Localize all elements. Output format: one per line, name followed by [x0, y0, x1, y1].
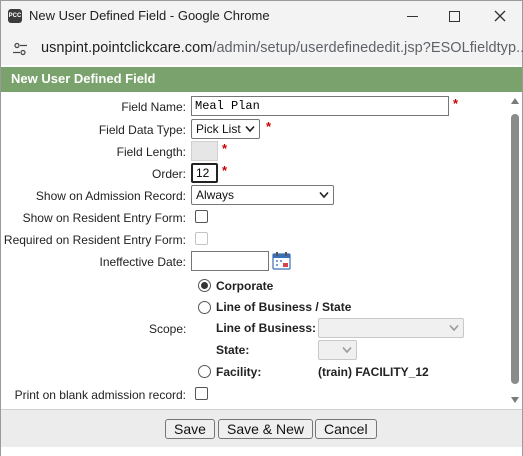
dialog-header: New User Defined Field [1, 67, 522, 92]
row-required-on-resident-entry: Required on Resident Entry Form: [1, 229, 508, 251]
calendar-icon[interactable] [272, 251, 291, 270]
order-input[interactable] [191, 163, 218, 183]
show-on-admission-select[interactable]: Always [191, 185, 334, 205]
row-print-on-blank: Print on blank admission record: [1, 384, 508, 406]
browser-window: PCC New User Defined Field - Google Chro… [0, 0, 523, 456]
scroll-down-icon[interactable] [511, 397, 519, 403]
state-select [318, 340, 357, 360]
chevron-down-icon [245, 125, 255, 133]
required-on-resident-entry-label: Required on Resident Entry Form: [3, 233, 186, 247]
save-and-new-button[interactable]: Save & New [218, 419, 314, 439]
line-of-business-label: Line of Business: [216, 321, 317, 335]
print-on-blank-label: Print on blank admission record: [14, 388, 186, 402]
minimize-button[interactable] [398, 5, 428, 27]
close-icon [494, 10, 506, 22]
dialog-title: New User Defined Field [11, 71, 156, 86]
scope-lob-state-label: Line of Business / State [216, 300, 352, 314]
field-name-input[interactable] [191, 96, 449, 116]
scope-facility-radio[interactable] [198, 365, 211, 378]
field-length-input [191, 141, 218, 161]
ineffective-date-label: Ineffective Date: [99, 255, 187, 269]
field-data-type-select[interactable]: Pick List [191, 119, 260, 139]
bottom-strip [1, 447, 522, 456]
show-on-admission-value: Always [196, 188, 235, 202]
site-info-icon[interactable] [12, 41, 28, 57]
maximize-button[interactable] [439, 5, 469, 27]
row-ineffective-date: Ineffective Date: [1, 251, 508, 273]
facility-label: Facility: [216, 365, 262, 379]
row-show-on-resident-entry: Show on Resident Entry Form: [1, 207, 508, 229]
order-label: Order: [151, 167, 186, 181]
show-on-resident-entry-checkbox[interactable] [195, 210, 208, 223]
scroll-up-icon[interactable] [511, 98, 519, 104]
window-title: New User Defined Field - Google Chrome [29, 8, 270, 23]
required-mark: * [222, 163, 228, 178]
chevron-down-icon [342, 346, 352, 354]
chevron-down-icon [319, 191, 329, 199]
field-data-type-value: Pick List [196, 122, 241, 136]
form-content: Field Name: * Field Data Type: Pick List… [1, 92, 508, 409]
address-bar: usnpint.pointclickcare.com/admin/setup/u… [1, 32, 523, 65]
url-path: /admin/setup/userdefinededit.jsp?ESOLfie… [212, 40, 523, 56]
close-button[interactable] [485, 5, 515, 27]
app-icon: PCC [8, 9, 22, 23]
line-of-business-select [318, 318, 464, 338]
row-field-length: Field Length: * [1, 141, 508, 163]
state-label: State: [216, 343, 250, 357]
show-on-resident-entry-label: Show on Resident Entry Form: [22, 211, 186, 225]
url-text[interactable]: usnpint.pointclickcare.com/admin/setup/u… [41, 40, 523, 56]
required-mark: * [266, 119, 272, 134]
row-order: Order: * [1, 163, 508, 185]
row-show-on-admission: Show on Admission Record: Always [1, 185, 508, 207]
ineffective-date-input[interactable] [191, 251, 269, 271]
print-on-blank-checkbox[interactable] [195, 387, 208, 400]
dialog-footer: Save Save & New Cancel [1, 409, 522, 447]
save-button[interactable]: Save [165, 419, 215, 439]
field-name-label: Field Name: [121, 100, 186, 114]
scope-corporate-radio[interactable] [198, 279, 211, 292]
row-field-data-type: Field Data Type: Pick List * [1, 119, 508, 141]
cancel-button[interactable]: Cancel [315, 419, 377, 439]
field-length-label: Field Length: [116, 145, 186, 159]
chevron-down-icon [449, 324, 459, 332]
required-mark: * [453, 96, 459, 111]
scrollbar-thumb[interactable] [511, 114, 519, 384]
facility-value: (train) FACILITY_12 [318, 365, 429, 379]
scope-lob-state-radio[interactable] [198, 301, 211, 314]
required-on-resident-entry-checkbox [195, 232, 208, 245]
url-host: usnpint.pointclickcare.com [41, 40, 213, 56]
vertical-scrollbar[interactable] [508, 92, 522, 409]
show-on-admission-label: Show on Admission Record: [35, 189, 186, 203]
row-field-name: Field Name: * [1, 96, 508, 118]
scope-corporate-label: Corporate [216, 279, 274, 293]
field-data-type-label: Field Data Type: [98, 123, 186, 137]
scope-label: Scope: [149, 322, 187, 336]
title-bar: PCC New User Defined Field - Google Chro… [1, 1, 522, 32]
required-mark: * [222, 141, 228, 156]
